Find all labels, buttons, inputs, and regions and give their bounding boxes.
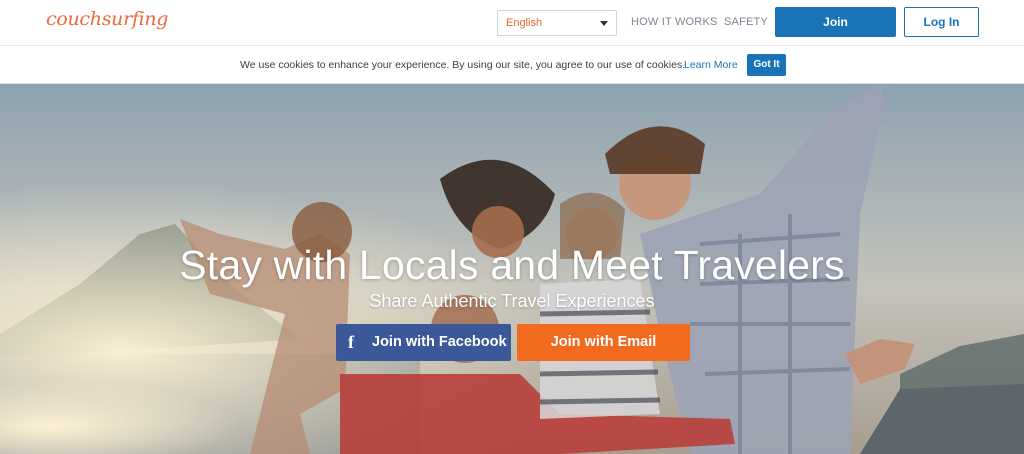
- join-with-facebook-button[interactable]: f Join with Facebook: [336, 324, 511, 361]
- hero-section: Stay with Locals and Meet Travelers Shar…: [0, 84, 1024, 454]
- cookie-learn-more-link[interactable]: Learn More: [684, 59, 738, 71]
- facebook-icon: f: [348, 332, 354, 352]
- nav-how-it-works[interactable]: HOW IT WORKS: [631, 16, 718, 28]
- cookie-banner: We use cookies to enhance your experienc…: [0, 46, 1024, 84]
- login-button[interactable]: Log In: [904, 7, 979, 37]
- cookie-message: We use cookies to enhance your experienc…: [240, 59, 686, 71]
- join-button[interactable]: Join: [775, 7, 896, 37]
- caret-down-icon: [600, 21, 608, 26]
- cookie-got-it-button[interactable]: Got It: [747, 54, 786, 76]
- nav-safety[interactable]: SAFETY: [724, 16, 768, 28]
- facebook-button-label: Join with Facebook: [372, 334, 507, 350]
- hero-title: Stay with Locals and Meet Travelers: [179, 242, 845, 288]
- join-with-email-button[interactable]: Join with Email: [517, 324, 690, 361]
- language-select[interactable]: English: [497, 10, 617, 36]
- couchsurfing-logo[interactable]: couchsurfing: [46, 8, 168, 30]
- hero-subtitle: Share Authentic Travel Experiences: [369, 291, 655, 311]
- site-header: couchsurfing English HOW IT WORKS SAFETY…: [0, 0, 1024, 46]
- language-value: English: [506, 17, 543, 29]
